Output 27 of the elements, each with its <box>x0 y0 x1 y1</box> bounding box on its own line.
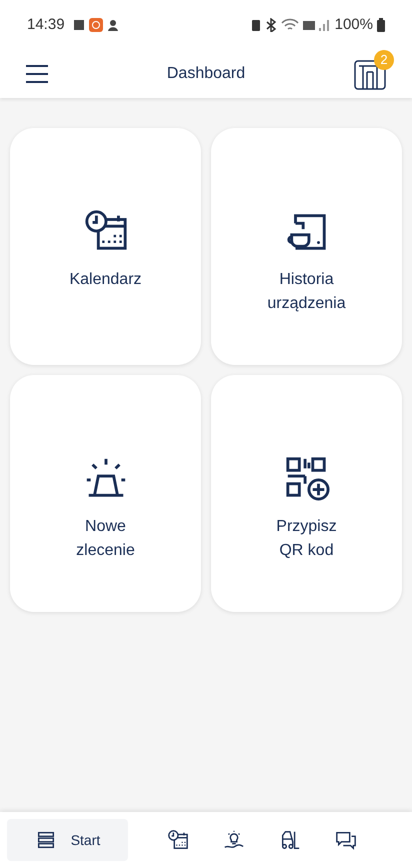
page-title: Dashboard <box>166 64 246 84</box>
app-notification-icon <box>88 18 103 32</box>
forklift-icon <box>279 829 301 851</box>
battery-percentage: 100% <box>334 14 373 35</box>
notification-icon <box>106 18 119 32</box>
tile-label: Historia urządzenia <box>267 270 346 314</box>
chat-icon <box>335 829 357 851</box>
image-icon <box>72 19 85 31</box>
dashboard-tile[interactable]: Kalendarz <box>10 128 201 365</box>
notification-badge: 2 <box>374 50 394 70</box>
nav-tab[interactable]: Start <box>7 819 128 861</box>
bluetooth-icon <box>264 18 277 32</box>
dashboard-tile[interactable]: Przypisz QR kod <box>211 375 402 612</box>
tile-label: Nowe zlecenie <box>76 517 135 561</box>
signal-icon <box>302 18 331 32</box>
menu-button[interactable] <box>26 65 48 83</box>
battery-saver-icon <box>250 18 261 32</box>
wifi-icon <box>280 18 299 32</box>
dashboard-tile[interactable]: Nowe zlecenie <box>10 375 201 612</box>
lightbulb-hand-icon <box>223 829 245 851</box>
battery-icon <box>377 18 385 32</box>
clock-calendar-icon <box>167 829 189 851</box>
tile-label: Przypisz QR kod <box>276 517 337 561</box>
tile-label: Kalendarz <box>69 270 142 290</box>
status-time: 14:39 <box>27 14 65 35</box>
qr-code-add-icon <box>284 455 330 501</box>
dashboard-tile[interactable]: Historia urządzenia <box>211 128 402 365</box>
